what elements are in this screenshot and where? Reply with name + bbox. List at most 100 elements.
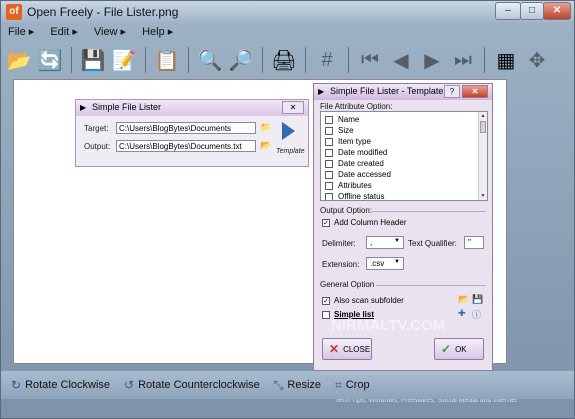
menu-help[interactable]: Help ▸	[139, 24, 176, 40]
crop-button[interactable]: ⌗ Crop	[335, 378, 370, 393]
target-field[interactable]: C:\Users\BlogBytes\Documents	[116, 122, 256, 134]
refresh-icon[interactable]: 🔄	[36, 46, 64, 74]
toolbar-separator	[348, 47, 349, 73]
toolbar-separator	[262, 47, 263, 73]
print-icon[interactable]: 🖨	[270, 46, 298, 74]
browse-output-icon[interactable]: 📂	[260, 140, 271, 151]
output-field[interactable]: C:\Users\BlogBytes\Documents.txt	[116, 140, 256, 152]
toolbar: 📂 🔄 💾 📝 📋 🔍 🔎 🖨 # ⏮ ◀ ▶ ⏭ ▦ ✥	[5, 44, 551, 76]
add-column-header-option[interactable]: ✓ Add Column Header	[322, 218, 406, 227]
checkbox[interactable]	[325, 126, 333, 135]
rotate-cw-icon: ↻	[11, 378, 22, 392]
checkbox[interactable]	[325, 137, 333, 146]
scroll-down-icon[interactable]: ▼	[479, 192, 487, 200]
extension-select[interactable]: .csv ▼	[366, 257, 404, 270]
resize-icon: ⤡	[273, 377, 284, 392]
attr-item[interactable]: Date created	[325, 158, 384, 169]
checkbox[interactable]	[325, 115, 333, 124]
rotate-ccw-icon: ↺	[124, 378, 135, 392]
checkbox[interactable]	[325, 159, 333, 168]
menu-file[interactable]: File ▸	[5, 24, 37, 40]
next-icon[interactable]: ▶	[418, 46, 446, 74]
toolbar-separator	[484, 47, 485, 73]
checkbox[interactable]	[325, 148, 333, 157]
zoom-out-icon[interactable]: 🔎	[227, 46, 255, 74]
attr-section-label: File Attribute Option:	[320, 102, 393, 111]
divider	[376, 285, 486, 286]
rotate-clockwise-button[interactable]: ↻ Rotate Clockwise	[11, 378, 110, 392]
thumbnails-icon[interactable]: ▦	[492, 46, 520, 74]
ok-button[interactable]: ✓ OK	[434, 338, 484, 360]
checkbox[interactable]: ✓	[322, 296, 330, 305]
divider	[372, 211, 486, 212]
template-close-button[interactable]: ✕	[462, 85, 488, 98]
attribute-list[interactable]: Name Size Item type Date modified Date c…	[320, 111, 488, 201]
save-icon[interactable]: 💾	[79, 46, 107, 74]
save-template-icon[interactable]: 💾	[472, 294, 483, 305]
qualifier-field[interactable]: "	[464, 236, 484, 249]
file-lister-close-button[interactable]: ✕	[282, 101, 304, 114]
save-as-icon[interactable]: 📝	[110, 46, 138, 74]
output-label: Output:	[84, 142, 111, 151]
open-template-icon[interactable]: 📂	[458, 294, 469, 305]
copy-icon[interactable]: 📋	[153, 46, 181, 74]
add-icon[interactable]: ✚	[458, 308, 466, 319]
move-icon[interactable]: ✥	[523, 46, 551, 74]
template-titlebar: ▶ Simple File Lister - Template ? ✕	[314, 84, 492, 100]
first-icon[interactable]: ⏮	[356, 46, 384, 74]
minimize-button[interactable]: –	[495, 2, 521, 20]
menu-edit[interactable]: Edit ▸	[47, 24, 81, 40]
last-icon[interactable]: ⏭	[449, 46, 477, 74]
help-button[interactable]: ?	[444, 85, 460, 98]
delimiter-select[interactable]: , ▼	[366, 236, 404, 249]
template-title: Simple File Lister - Template	[330, 86, 444, 96]
attr-item[interactable]: Size	[325, 125, 354, 136]
checkbox[interactable]	[322, 310, 330, 319]
scroll-up-icon[interactable]: ▲	[479, 112, 487, 120]
attr-item[interactable]: Date modified	[325, 147, 387, 158]
checkbox[interactable]	[325, 170, 333, 179]
watermark-brand: NIRMALTV.COM	[331, 317, 446, 334]
attr-item[interactable]: Offline status	[325, 191, 385, 200]
window-title: Open Freely - File Lister.png	[27, 5, 179, 19]
cancel-icon: ✕	[329, 342, 340, 356]
delimiter-label: Delimiter:	[322, 239, 356, 248]
attr-item[interactable]: Attributes	[325, 180, 372, 191]
general-section-label: General Option	[320, 280, 375, 289]
zoom-in-icon[interactable]: 🔍	[196, 46, 224, 74]
target-label: Target:	[84, 124, 109, 133]
menu-view[interactable]: View ▸	[91, 24, 129, 40]
attr-item[interactable]: Date accessed	[325, 169, 391, 180]
open-folder-icon[interactable]: 📂	[5, 46, 33, 74]
checkbox[interactable]	[325, 192, 333, 200]
app-small-icon: ▶	[80, 103, 87, 112]
grid-icon[interactable]: #	[313, 46, 341, 74]
close-template-button[interactable]: ✕ CLOSE	[322, 338, 372, 360]
status-bar: ↻ Rotate Clockwise ↺ Rotate Counterclockwi…	[1, 371, 574, 399]
file-lister-titlebar: ▶ Simple File Lister ✕	[76, 100, 308, 116]
toolbar-separator	[305, 47, 306, 73]
template-label[interactable]: Template	[276, 148, 305, 155]
attr-item[interactable]: Name	[325, 114, 359, 125]
rotate-counterclockwise-button[interactable]: ↺ Rotate Counterclockwise	[124, 378, 260, 392]
maximize-button[interactable]: □	[520, 2, 544, 20]
file-lister-title: Simple File Lister	[92, 102, 162, 112]
toolbar-separator	[71, 47, 72, 73]
browse-folder-icon[interactable]: 📁	[260, 122, 271, 133]
toolbar-separator	[145, 47, 146, 73]
run-template-icon[interactable]	[282, 122, 295, 140]
attr-item[interactable]: Item type	[325, 136, 371, 147]
scroll-thumb[interactable]	[480, 121, 486, 133]
title-bar: of Open Freely - File Lister.png – □ ✕	[1, 1, 574, 23]
prev-icon[interactable]: ◀	[387, 46, 415, 74]
attr-scrollbar[interactable]: ▲ ▼	[478, 112, 487, 200]
checkbox[interactable]: ✓	[322, 218, 330, 227]
also-scan-option[interactable]: ✓ Also scan subfolder	[322, 296, 404, 305]
close-button[interactable]: ✕	[543, 2, 571, 20]
resize-button[interactable]: ⤡ Resize	[274, 378, 321, 393]
chevron-down-icon: ▼	[394, 238, 400, 244]
chevron-down-icon: ▼	[394, 259, 400, 265]
checkbox[interactable]	[325, 181, 333, 190]
info-icon[interactable]: ⓘ	[472, 308, 481, 321]
checkmark-icon: ✓	[441, 342, 452, 356]
